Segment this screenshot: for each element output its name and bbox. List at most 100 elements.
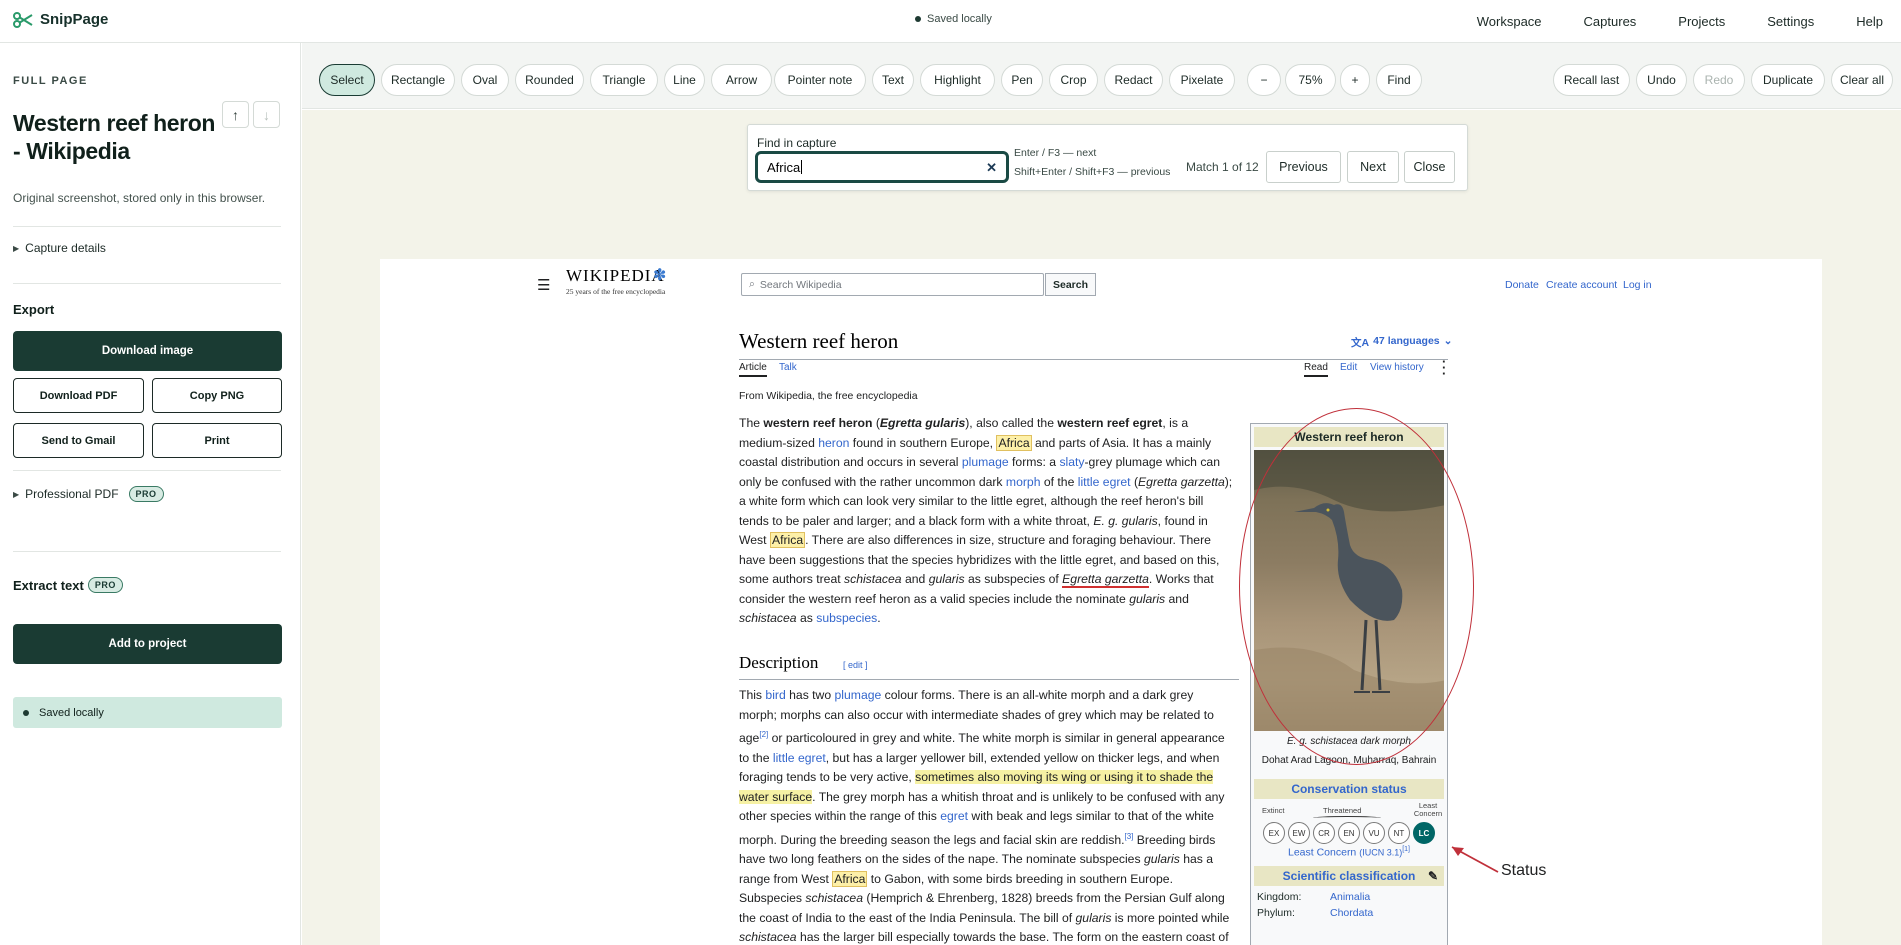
clear-all-button[interactable]: Clear all bbox=[1831, 64, 1893, 96]
recall-last-button[interactable]: Recall last bbox=[1553, 64, 1630, 96]
nav-help[interactable]: Help bbox=[1856, 14, 1883, 29]
copy-png-button[interactable]: Copy PNG bbox=[152, 378, 282, 413]
redo-button[interactable]: Redo bbox=[1693, 64, 1745, 96]
threatened-label: Threatened bbox=[1323, 806, 1362, 815]
app-logo[interactable]: SnipPage bbox=[13, 11, 108, 28]
status-nt: NT bbox=[1388, 822, 1410, 844]
wiki-search-input: ⌕ Search Wikipedia bbox=[741, 273, 1044, 296]
tool-redact[interactable]: Redact bbox=[1104, 64, 1163, 96]
capture-details-toggle[interactable]: ▶ Capture details bbox=[13, 241, 106, 255]
find-input[interactable]: Africa ✕ bbox=[755, 151, 1009, 183]
tool-line[interactable]: Line bbox=[664, 64, 705, 96]
status-en: EN bbox=[1338, 822, 1360, 844]
capture-type-label: FULL PAGE bbox=[13, 75, 88, 87]
chevron-down-icon: ⌄ bbox=[1443, 335, 1453, 347]
zoom-in-button[interactable]: + bbox=[1340, 64, 1370, 96]
more-menu-icon: · · · bbox=[1442, 354, 1447, 381]
tool-oval[interactable]: Oval bbox=[461, 64, 509, 96]
hint-next: Enter / F3 — next bbox=[1014, 147, 1097, 159]
least-concern-link: Least Concern bbox=[1287, 846, 1357, 859]
tool-highlight[interactable]: Highlight bbox=[920, 64, 995, 96]
capture-subtitle: Original screenshot, stored only in this… bbox=[13, 191, 266, 205]
status-line: Least Concern (IUCN 3.1)[1] bbox=[1287, 846, 1411, 859]
download-pdf-button[interactable]: Download PDF bbox=[13, 378, 144, 413]
tool-select[interactable]: Select bbox=[319, 64, 375, 96]
status-dot bbox=[23, 709, 29, 716]
tool-crop[interactable]: Crop bbox=[1049, 64, 1098, 96]
extract-text-heading: Extract text PRO bbox=[13, 577, 123, 593]
tool-arrow[interactable]: Arrow bbox=[711, 64, 772, 96]
tool-pen[interactable]: Pen bbox=[1001, 64, 1043, 96]
triangle-right-icon: ▶ bbox=[13, 243, 20, 253]
top-bar: SnipPage Saved locally Workspace Capture… bbox=[0, 0, 1901, 43]
tool-rounded[interactable]: Rounded bbox=[515, 64, 584, 96]
wikipedia-tagline: 25 years of the free encyclopedia bbox=[566, 287, 666, 296]
extract-text-label: Extract text bbox=[13, 577, 84, 593]
tool-text[interactable]: Text bbox=[872, 64, 914, 96]
duplicate-button[interactable]: Duplicate bbox=[1751, 64, 1825, 96]
add-to-project-button[interactable]: Add to project bbox=[13, 624, 282, 664]
triangle-right-icon: ▶ bbox=[13, 489, 20, 499]
scientific-classification-label: Scientific classification bbox=[1282, 869, 1416, 883]
print-button[interactable]: Print bbox=[152, 423, 282, 458]
find-bar: Find in capture Africa ✕ Enter / F3 — nex… bbox=[747, 124, 1468, 191]
capture-details-label: Capture details bbox=[25, 241, 106, 255]
captured-screenshot[interactable]: ☰ WIKIPEDIA ✽ 25 years of the free encyc… bbox=[380, 259, 1822, 945]
status-text-annotation[interactable]: Status bbox=[1501, 862, 1546, 880]
find-label: Find in capture bbox=[757, 136, 837, 150]
download-image-button[interactable]: Download image bbox=[13, 331, 282, 371]
saved-locally-text: Saved locally bbox=[39, 706, 104, 719]
divider bbox=[13, 551, 281, 552]
description-heading: Description bbox=[739, 653, 819, 672]
tab-read: Read bbox=[1304, 362, 1328, 377]
tool-rectangle[interactable]: Rectangle bbox=[381, 64, 455, 96]
nav-projects[interactable]: Projects bbox=[1678, 14, 1725, 29]
article-title: Western reef heron bbox=[739, 329, 899, 353]
wiki-login-link: Log in bbox=[1623, 279, 1652, 291]
capture-title: Western reef heron - Wikipedia bbox=[13, 110, 215, 164]
phylum-row: Phylum: Chordata bbox=[1251, 905, 1447, 921]
zoom-level[interactable]: 75% bbox=[1285, 64, 1336, 96]
oval-annotation[interactable] bbox=[1239, 408, 1474, 765]
undo-button[interactable]: Undo bbox=[1636, 64, 1687, 96]
find-previous-button[interactable]: Previous bbox=[1266, 151, 1341, 183]
zoom-out-button[interactable]: − bbox=[1247, 64, 1281, 96]
wiki-search-button: Search bbox=[1045, 273, 1096, 296]
send-to-gmail-button[interactable]: Send to Gmail bbox=[13, 423, 144, 458]
find-close-button[interactable]: Close bbox=[1404, 151, 1455, 183]
pro-badge: PRO bbox=[128, 486, 164, 502]
kingdom-label: Kingdom: bbox=[1257, 891, 1302, 903]
phylum-label: Phylum: bbox=[1257, 907, 1295, 919]
tool-pixelate[interactable]: Pixelate bbox=[1169, 64, 1235, 96]
tool-triangle[interactable]: Triangle bbox=[590, 64, 658, 96]
tab-article: Article bbox=[739, 362, 767, 377]
conservation-status-heading: Conservation status bbox=[1254, 779, 1444, 799]
professional-pdf-toggle[interactable]: ▶ Professional PDF PRO bbox=[13, 486, 164, 502]
wiki-search-placeholder: Search Wikipedia bbox=[759, 278, 842, 291]
text-cursor bbox=[801, 160, 803, 174]
move-down-button[interactable]: ↓ bbox=[253, 101, 280, 128]
status-cr: CR bbox=[1313, 822, 1335, 844]
export-heading: Export bbox=[13, 302, 55, 317]
threatened-bracket bbox=[1313, 816, 1381, 820]
status-vu: VU bbox=[1363, 822, 1385, 844]
status-ew: EW bbox=[1288, 822, 1310, 844]
move-up-button[interactable]: ↑ bbox=[222, 101, 249, 128]
translate-icon: 文A bbox=[1351, 337, 1370, 349]
nav-settings[interactable]: Settings bbox=[1767, 14, 1814, 29]
tool-pointer-note[interactable]: Pointer note bbox=[774, 64, 866, 96]
save-status: Saved locally bbox=[915, 13, 992, 25]
tab-talk: Talk bbox=[779, 362, 797, 373]
find-next-button[interactable]: Next bbox=[1347, 151, 1399, 183]
clear-search-icon[interactable]: ✕ bbox=[986, 160, 997, 176]
find-button[interactable]: Find bbox=[1376, 64, 1422, 96]
pencil-icon: ✎ bbox=[1427, 869, 1438, 883]
kingdom-value: Animalia bbox=[1330, 891, 1371, 903]
nav-workspace[interactable]: Workspace bbox=[1477, 14, 1542, 29]
tab-edit: Edit bbox=[1340, 362, 1358, 373]
wiki-donate-link: Donate bbox=[1505, 279, 1539, 291]
description-edit-link: [ edit ] bbox=[843, 660, 868, 670]
wiki-create-account-link: Create account bbox=[1546, 279, 1618, 291]
find-query: Africa bbox=[767, 159, 801, 175]
nav-captures[interactable]: Captures bbox=[1584, 14, 1637, 29]
